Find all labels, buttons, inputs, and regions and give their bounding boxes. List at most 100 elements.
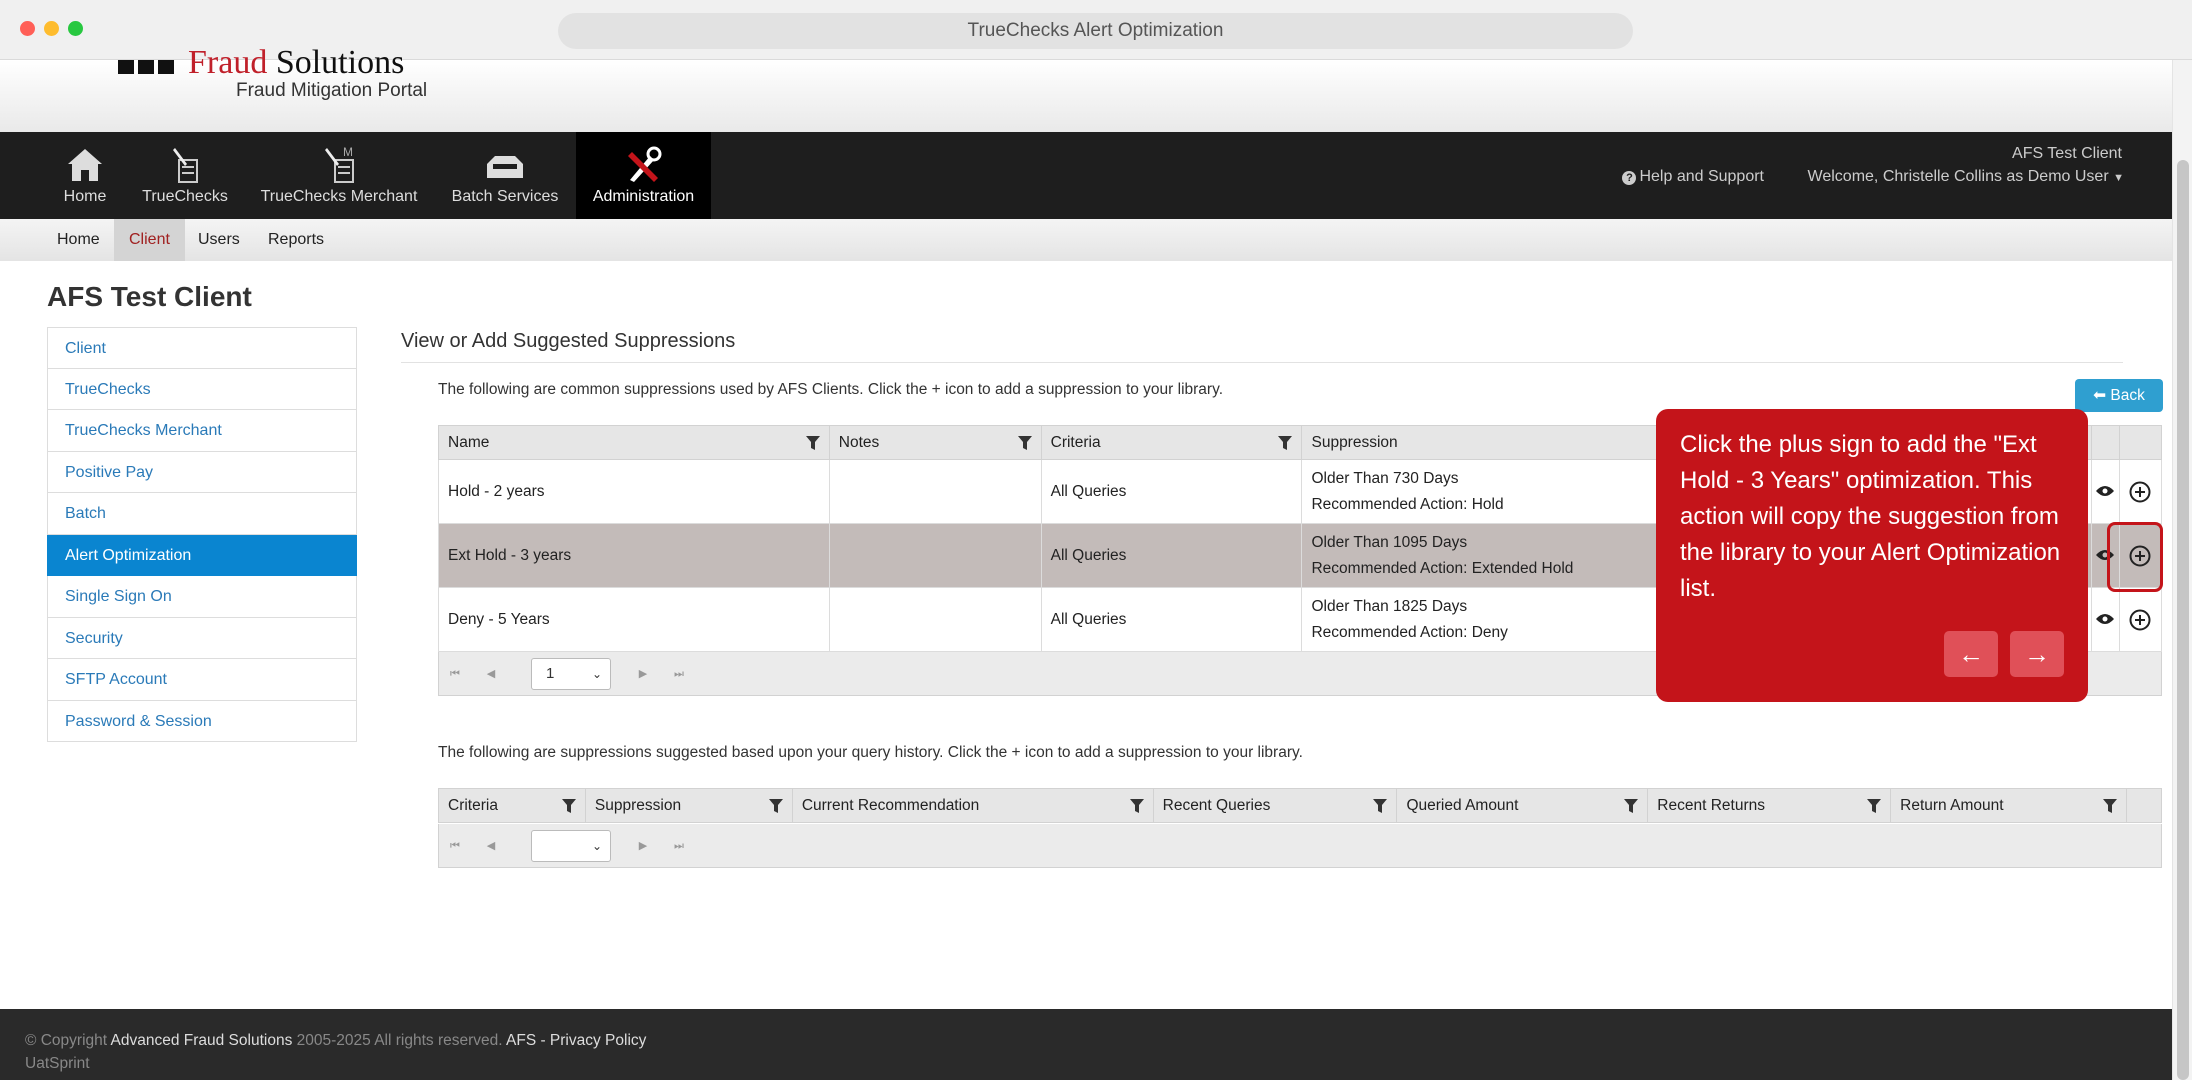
section-divider (401, 362, 2123, 363)
cell-criteria: All Queries (1040, 523, 1303, 588)
eye-icon[interactable] (2096, 485, 2115, 497)
sidebar-item-sftp-account[interactable]: SFTP Account (47, 659, 357, 701)
prev-page-icon[interactable]: ◀ (479, 662, 503, 686)
tooltip-next-button[interactable]: → (2010, 631, 2064, 677)
sidebar-item-positive-pay[interactable]: Positive Pay (47, 451, 357, 493)
subnav-client[interactable]: Client (114, 219, 185, 261)
cell-name: Hold - 2 years (438, 459, 830, 524)
first-page-icon[interactable]: ⏮ (443, 662, 467, 686)
subnav-users[interactable]: Users (183, 219, 255, 261)
view-cell (2090, 459, 2120, 524)
cell-criteria: All Queries (1040, 587, 1303, 652)
col-header-return-amount[interactable]: Return Amount (1890, 788, 2127, 823)
col-header-current-recommendation[interactable]: Current Recommendation (791, 788, 1154, 823)
browser-window: TrueChecks Alert Optimization Fraud Solu… (0, 0, 2192, 1080)
filter-icon[interactable] (1278, 436, 1293, 450)
col-header-criteria[interactable]: Criteria (438, 788, 586, 823)
sidebar-item-batch[interactable]: Batch (47, 493, 357, 535)
col-header-suppression[interactable]: Suppression (584, 788, 793, 823)
nav-truechecks[interactable]: TrueChecks (137, 132, 233, 219)
nav-home[interactable]: Home (57, 132, 113, 219)
sidebar-item-alert-optimization[interactable]: Alert Optimization (47, 534, 357, 576)
filter-icon[interactable] (805, 436, 820, 450)
col-header-actions (2125, 788, 2163, 823)
section-title: View or Add Suggested Suppressions (401, 330, 736, 352)
add-cell (2118, 587, 2163, 652)
sidebar-item-single-sign-on[interactable]: Single Sign On (47, 576, 357, 618)
sidebar-item-password-session[interactable]: Password & Session (47, 700, 357, 742)
filter-icon[interactable] (768, 799, 783, 813)
tools-icon (627, 146, 661, 182)
user-menu[interactable]: Welcome, Christelle Collins as Demo User… (1808, 168, 2124, 186)
nav-batch-services[interactable]: Batch Services (449, 132, 561, 219)
caret-down-icon: ▼ (2113, 172, 2124, 184)
filter-icon[interactable] (1867, 799, 1882, 813)
tooltip-text: Click the plus sign to add the "Ext Hold… (1680, 431, 2061, 602)
help-support-link[interactable]: ? Help and Support (1622, 168, 1764, 186)
col-header-recent-queries[interactable]: Recent Queries (1152, 788, 1398, 823)
question-circle-icon: ? (1622, 171, 1637, 185)
sidebar-item-security[interactable]: Security (47, 617, 357, 659)
prev-page-icon[interactable]: ◀ (479, 834, 503, 858)
plus-circle-icon[interactable] (2129, 609, 2151, 631)
last-page-icon[interactable]: ⏭ (667, 662, 691, 686)
col-header-criteria[interactable]: Criteria (1040, 425, 1303, 460)
scrollbar-thumb[interactable] (2177, 160, 2189, 1080)
chevron-down-icon: ⌄ (591, 839, 602, 853)
page-title: AFS Test Client (47, 281, 252, 312)
view-cell (2090, 587, 2120, 652)
scrollbar[interactable] (2172, 60, 2192, 1080)
logo-name: Fraud Solutions (188, 46, 405, 80)
arrow-left-icon: ← (1958, 639, 1984, 669)
eye-icon[interactable] (2096, 613, 2115, 625)
first-page-icon[interactable]: ⏮ (443, 834, 467, 858)
back-button[interactable]: ⬅ Back (2075, 379, 2163, 412)
last-page-icon[interactable]: ⏭ (667, 834, 691, 858)
filter-icon[interactable] (1373, 799, 1388, 813)
filter-icon[interactable] (1624, 799, 1639, 813)
sidebar-item-client[interactable]: Client (47, 327, 357, 369)
client-label: AFS Test Client (2012, 145, 2122, 162)
svg-text:M: M (343, 146, 353, 159)
home-icon (68, 149, 102, 181)
suggested-suppressions-table: Criteria Suppression Current Recommendat… (438, 788, 2163, 823)
suggested-suppressions-intro: The following are suppressions suggested… (438, 744, 1303, 761)
filter-icon[interactable] (2102, 799, 2117, 813)
plus-circle-icon[interactable] (2129, 481, 2151, 503)
minimize-window-button[interactable] (44, 21, 59, 36)
nav-administration[interactable]: Administration (576, 132, 711, 219)
copyright: © Copyright Advanced Fraud Solutions 200… (25, 1032, 647, 1049)
filter-icon[interactable] (561, 799, 576, 813)
cell-notes (828, 459, 1042, 524)
main-nav: Home TrueChecks M TrueChecks Merchant Ba… (0, 132, 2172, 219)
subnav-reports[interactable]: Reports (253, 219, 339, 261)
close-window-button[interactable] (20, 21, 35, 36)
sidebar-item-truechecks[interactable]: TrueChecks (47, 368, 357, 410)
cell-name: Ext Hold - 3 years (438, 523, 830, 588)
col-header-queried-amount[interactable]: Queried Amount (1396, 788, 1649, 823)
col-header-recent-returns[interactable]: Recent Returns (1647, 788, 1892, 823)
page-select[interactable]: ⌄ (531, 830, 611, 862)
table2-pager: ⏮ ◀ ⌄ ▶ ⏭ (438, 824, 2162, 868)
privacy-policy-link[interactable]: AFS - Privacy Policy (506, 1032, 646, 1049)
walkthrough-tooltip: Click the plus sign to add the "Ext Hold… (1656, 409, 2088, 702)
col-header-notes[interactable]: Notes (828, 425, 1042, 460)
filter-icon[interactable] (1129, 799, 1144, 813)
page-select[interactable]: 1 ⌄ (531, 658, 611, 690)
sidebar-item-truechecks-merchant[interactable]: TrueChecks Merchant (47, 410, 357, 452)
col-header-name[interactable]: Name (438, 425, 830, 460)
table-header-row: Criteria Suppression Current Recommendat… (438, 788, 2163, 823)
tooltip-prev-button[interactable]: ← (1944, 631, 1998, 677)
footer: © Copyright Advanced Fraud Solutions 200… (0, 1009, 2172, 1080)
next-page-icon[interactable]: ▶ (631, 662, 655, 686)
logo-subtitle: Fraud Mitigation Portal (236, 80, 428, 101)
cell-name: Deny - 5 Years (438, 587, 830, 652)
subnav-home[interactable]: Home (42, 219, 115, 261)
add-button-highlight[interactable] (2107, 522, 2163, 592)
filter-icon[interactable] (1017, 436, 1032, 450)
address-bar[interactable]: TrueChecks Alert Optimization (558, 13, 1633, 49)
maximize-window-button[interactable] (68, 21, 83, 36)
nav-truechecks-merchant[interactable]: M TrueChecks Merchant (259, 132, 419, 219)
cell-criteria: All Queries (1040, 459, 1303, 524)
next-page-icon[interactable]: ▶ (631, 834, 655, 858)
